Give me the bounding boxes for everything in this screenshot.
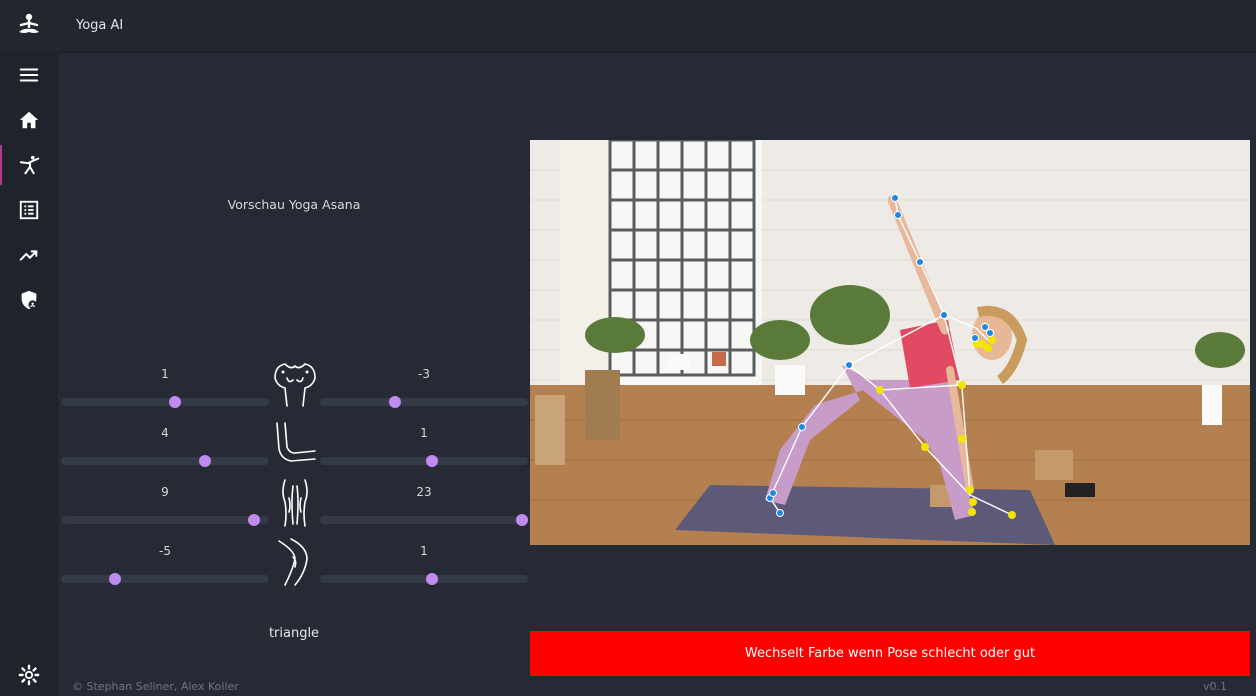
slider-value-left: 9 <box>161 485 169 499</box>
slider-thumb[interactable] <box>198 455 211 467</box>
sidebar-item-settings[interactable] <box>0 655 58 695</box>
slider-right-elbow[interactable] <box>320 455 528 467</box>
slider-right-knee[interactable] <box>320 573 528 585</box>
slider-thumb[interactable] <box>109 573 122 585</box>
slider-thumb[interactable] <box>426 573 439 585</box>
slider-value-right: 1 <box>420 426 428 440</box>
top-app-bar: Yoga AI <box>0 0 1256 53</box>
shoulders-icon <box>274 363 316 407</box>
slider-value-right: 1 <box>420 544 428 558</box>
slider-left-knee[interactable] <box>61 573 269 585</box>
trending-up-icon <box>19 250 38 261</box>
slider-left-elbow[interactable] <box>61 455 269 467</box>
gear-icon <box>18 664 40 686</box>
app-title: Yoga AI <box>76 18 124 33</box>
slider-left-hips[interactable] <box>61 514 269 526</box>
slider-thumb[interactable] <box>426 455 439 467</box>
home-icon <box>19 111 39 129</box>
list-icon <box>19 200 39 220</box>
sidebar-item-stats[interactable] <box>0 235 58 275</box>
knee-icon <box>278 538 308 586</box>
yoga-pose-icon <box>19 155 40 175</box>
shield-user-icon <box>21 290 37 310</box>
footer-credits: © Stephan Seliner, Alex Koller <box>72 680 239 693</box>
slider-thumb[interactable] <box>388 396 401 408</box>
slider-thumb[interactable] <box>169 396 182 408</box>
sidebar-item-home[interactable] <box>0 100 58 140</box>
slider-right-shoulders[interactable] <box>320 396 528 408</box>
slider-left-shoulders[interactable] <box>61 396 269 408</box>
slider-value-left: 1 <box>161 367 169 381</box>
sidebar-item-privacy[interactable] <box>0 280 58 320</box>
sidebar-item-list[interactable] <box>0 190 58 230</box>
main-content: Vorschau Yoga Asana 1 -3 4 1 9 23 -5 1 t… <box>58 53 1256 696</box>
slider-right-hips[interactable] <box>320 514 528 526</box>
slider-value-right: -3 <box>418 367 430 381</box>
slider-value-right: 23 <box>416 485 432 499</box>
sidebar-item-yoga[interactable] <box>0 145 58 185</box>
sidebar-item-menu[interactable] <box>0 55 58 95</box>
pose-feedback-bar: Wechselt Farbe wenn Pose schlecht oder g… <box>530 631 1250 676</box>
preview-label: Vorschau Yoga Asana <box>227 197 361 212</box>
slider-thumb[interactable] <box>515 514 528 526</box>
video-feed <box>530 140 1250 545</box>
legs-icon <box>282 479 308 527</box>
sidebar <box>0 52 58 696</box>
slider-value-left: 4 <box>161 426 169 440</box>
footer-version: v0.1 <box>1203 680 1228 693</box>
slider-thumb[interactable] <box>248 514 261 526</box>
pose-video-frame <box>530 140 1250 545</box>
menu-icon <box>19 68 39 82</box>
pose-name: triangle <box>268 626 320 641</box>
elbow-icon <box>276 422 316 462</box>
slider-value-left: -5 <box>159 544 171 558</box>
meditation-logo-icon <box>19 13 39 33</box>
